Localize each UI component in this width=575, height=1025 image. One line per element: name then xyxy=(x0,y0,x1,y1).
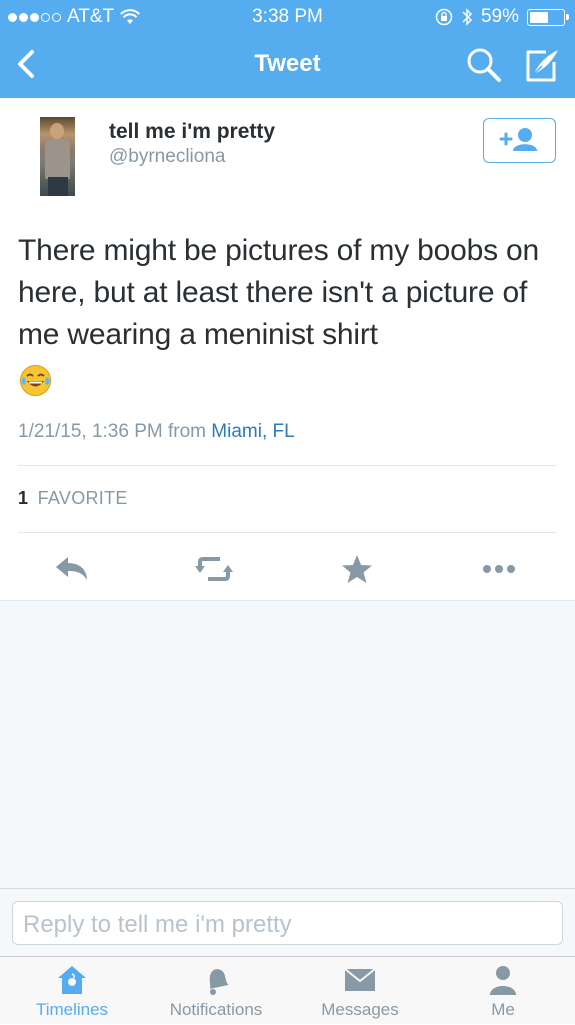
top-bar: AT&T 3:38 PM 59% Tweet xyxy=(0,0,575,98)
reply-bar: Reply to tell me i'm pretty xyxy=(0,888,575,956)
add-user-icon xyxy=(499,127,537,151)
author-display-name[interactable]: tell me i'm pretty xyxy=(109,120,275,144)
battery-percent: 59% xyxy=(480,6,519,27)
retweet-icon[interactable] xyxy=(194,552,234,586)
author-handle[interactable]: @byrnecliona xyxy=(109,146,225,168)
follow-button[interactable] xyxy=(483,118,556,163)
reply-input[interactable]: Reply to tell me i'm pretty xyxy=(12,901,563,945)
tweet-meta: 1/21/15, 1:36 PM from Miami, FL xyxy=(18,421,295,443)
divider xyxy=(18,532,556,533)
battery-icon xyxy=(527,8,569,26)
more-options-icon[interactable] xyxy=(479,552,519,586)
tweet-text: There might be pictures of my boobs on h… xyxy=(18,234,540,351)
favorite-count-row[interactable]: 1 FAVORITE xyxy=(18,488,128,509)
tweet-location[interactable]: Miami, FL xyxy=(211,421,294,442)
tab-bar: Timelines Notifications Messages Me xyxy=(0,956,575,1024)
empty-replies-area xyxy=(0,600,575,888)
search-icon[interactable] xyxy=(465,46,503,84)
bluetooth-icon xyxy=(462,8,473,26)
envelope-icon xyxy=(344,968,376,991)
status-bar: AT&T 3:38 PM 59% xyxy=(0,0,575,32)
tab-notifications[interactable]: Notifications xyxy=(144,957,288,1025)
tab-label: Messages xyxy=(321,1000,399,1019)
divider xyxy=(18,465,556,466)
bell-icon xyxy=(209,969,229,995)
tab-label: Notifications xyxy=(169,1000,263,1019)
home-icon xyxy=(58,966,86,994)
reply-icon[interactable] xyxy=(52,552,92,586)
favorite-label: FAVORITE xyxy=(37,488,128,508)
compose-icon[interactable] xyxy=(520,44,562,86)
face-with-tears-of-joy-icon xyxy=(20,365,51,396)
avatar[interactable] xyxy=(40,117,75,196)
favorite-star-icon[interactable] xyxy=(337,552,377,586)
navigation-bar: Tweet xyxy=(0,32,575,98)
status-right: 59% xyxy=(435,6,569,28)
person-icon xyxy=(490,966,516,995)
tab-me[interactable]: Me xyxy=(431,957,575,1025)
orientation-lock-icon xyxy=(435,8,453,26)
tab-timelines[interactable]: Timelines xyxy=(0,957,144,1025)
tweet-actions xyxy=(0,540,575,600)
favorite-count: 1 xyxy=(18,488,29,508)
tweet-timestamp: 1/21/15, 1:36 PM from xyxy=(18,421,206,442)
tab-label: Me xyxy=(491,1000,515,1019)
tab-messages[interactable]: Messages xyxy=(288,957,432,1025)
tab-label: Timelines xyxy=(35,1000,109,1019)
